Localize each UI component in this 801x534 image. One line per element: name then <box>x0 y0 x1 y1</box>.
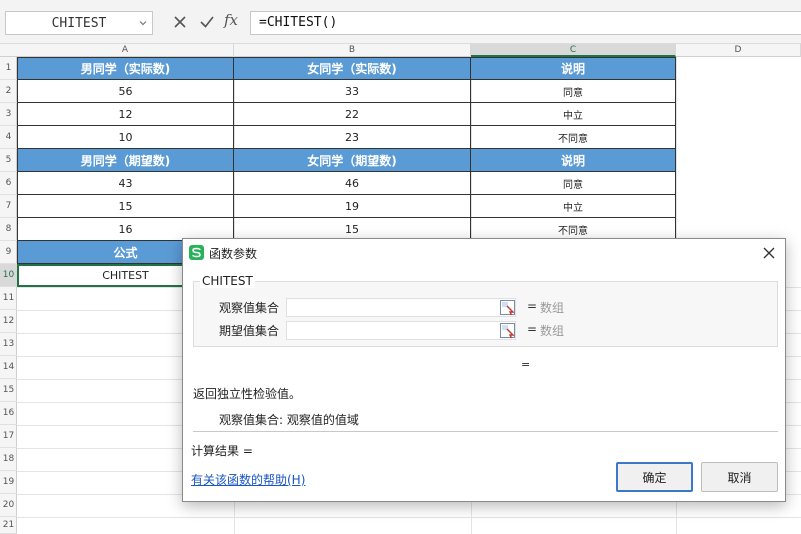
row-header[interactable]: 11 <box>0 287 17 310</box>
ok-button[interactable]: 确定 <box>616 462 693 492</box>
row-header[interactable]: 18 <box>0 448 17 471</box>
row-header[interactable]: 6 <box>0 172 17 195</box>
column-headers: A B C D <box>0 44 801 57</box>
arg-type: 数组 <box>540 301 565 315</box>
range-select-icon[interactable] <box>499 299 516 316</box>
row-header[interactable]: 8 <box>0 218 17 241</box>
arg-type: 数组 <box>540 324 565 338</box>
help-link[interactable]: 有关该函数的帮助(H) <box>191 471 305 488</box>
close-icon[interactable] <box>761 245 777 261</box>
column-header-c[interactable]: C <box>471 44 676 57</box>
function-description: 返回独立性检验值。 <box>193 387 302 401</box>
row-header[interactable]: 4 <box>0 126 17 149</box>
table-cell[interactable]: 10 <box>17 126 234 149</box>
column-header-b[interactable]: B <box>234 44 471 57</box>
gridline <box>17 517 801 518</box>
arg-equals: = <box>527 299 538 313</box>
column-header-a[interactable]: A <box>17 44 234 57</box>
app-icon <box>189 245 204 260</box>
table-cell[interactable]: 46 <box>234 172 471 195</box>
table-cell[interactable]: 33 <box>234 80 471 103</box>
row-header[interactable]: 20 <box>0 494 17 517</box>
arg-label-observed: 观察值集合 <box>219 301 280 315</box>
function-arguments-dialog: 函数参数 CHITEST 观察值集合 = 数组 期望值集合 = 数组 = 返回独… <box>182 238 786 502</box>
table-cell[interactable]: 23 <box>234 126 471 149</box>
name-box[interactable]: CHITEST <box>5 11 153 35</box>
table-cell[interactable]: 中立 <box>471 195 676 218</box>
row-header[interactable]: 12 <box>0 310 17 333</box>
formula-result-equals: = <box>521 358 531 371</box>
table-cell[interactable]: 56 <box>17 80 234 103</box>
table-cell[interactable]: 12 <box>17 103 234 126</box>
name-box-value: CHITEST <box>51 15 107 31</box>
column-header-d[interactable]: D <box>676 44 801 57</box>
expected-range-input[interactable] <box>286 321 516 340</box>
divider <box>193 431 778 432</box>
observed-range-input[interactable] <box>286 298 516 317</box>
cancel-button[interactable]: 取消 <box>701 462 778 492</box>
dialog-title: 函数参数 <box>209 247 258 261</box>
row-headers: 1 2 3 4 5 6 7 8 9 10 11 12 13 14 15 16 1… <box>0 57 17 534</box>
row-header[interactable]: 9 <box>0 241 17 264</box>
range-select-icon[interactable] <box>499 322 516 339</box>
row-header[interactable]: 21 <box>0 517 17 534</box>
table-cell[interactable]: 15 <box>17 195 234 218</box>
table-header-cell[interactable]: 男同学（期望数) <box>17 149 234 172</box>
app-logo-icon <box>192 247 201 258</box>
table-header-cell[interactable]: 男同学（实际数) <box>17 57 234 80</box>
table-cell[interactable]: 不同意 <box>471 126 676 149</box>
table-cell[interactable]: 19 <box>234 195 471 218</box>
table-cell[interactable]: 22 <box>234 103 471 126</box>
table-header-cell[interactable]: 说明 <box>471 149 676 172</box>
row-header[interactable]: 1 <box>0 57 17 80</box>
row-header[interactable]: 13 <box>0 333 17 356</box>
chevron-down-icon[interactable] <box>139 19 147 27</box>
row-header[interactable]: 2 <box>0 80 17 103</box>
row-header[interactable]: 15 <box>0 379 17 402</box>
table-cell[interactable]: 同意 <box>471 80 676 103</box>
table-header-cell[interactable]: 女同学（期望数) <box>234 149 471 172</box>
formula-bar: CHITEST fx =CHITEST() <box>0 0 801 44</box>
cancel-icon[interactable] <box>171 13 189 31</box>
table-cell[interactable]: 中立 <box>471 103 676 126</box>
table-cell[interactable]: 同意 <box>471 172 676 195</box>
row-header[interactable]: 17 <box>0 425 17 448</box>
table-header-cell[interactable]: 女同学（实际数) <box>234 57 471 80</box>
function-name: CHITEST <box>200 274 255 288</box>
argument-description: 观察值集合: 观察值的值域 <box>219 413 359 427</box>
formula-input[interactable]: =CHITEST() <box>250 11 801 35</box>
table-cell[interactable]: 43 <box>17 172 234 195</box>
row-header[interactable]: 16 <box>0 402 17 425</box>
row-header[interactable]: 10 <box>0 264 17 287</box>
arg-label-expected: 期望值集合 <box>219 324 280 338</box>
row-header[interactable]: 19 <box>0 471 17 494</box>
calculation-result: 计算结果 = <box>191 444 253 458</box>
fx-icon[interactable]: fx <box>224 11 246 29</box>
table-header-cell[interactable]: 说明 <box>471 57 676 80</box>
row-header[interactable]: 14 <box>0 356 17 379</box>
row-header[interactable]: 5 <box>0 149 17 172</box>
row-header[interactable]: 3 <box>0 103 17 126</box>
row-header[interactable]: 7 <box>0 195 17 218</box>
check-icon[interactable] <box>198 13 216 31</box>
arg-equals: = <box>527 322 538 336</box>
dialog-title-bar[interactable]: 函数参数 <box>183 239 785 267</box>
